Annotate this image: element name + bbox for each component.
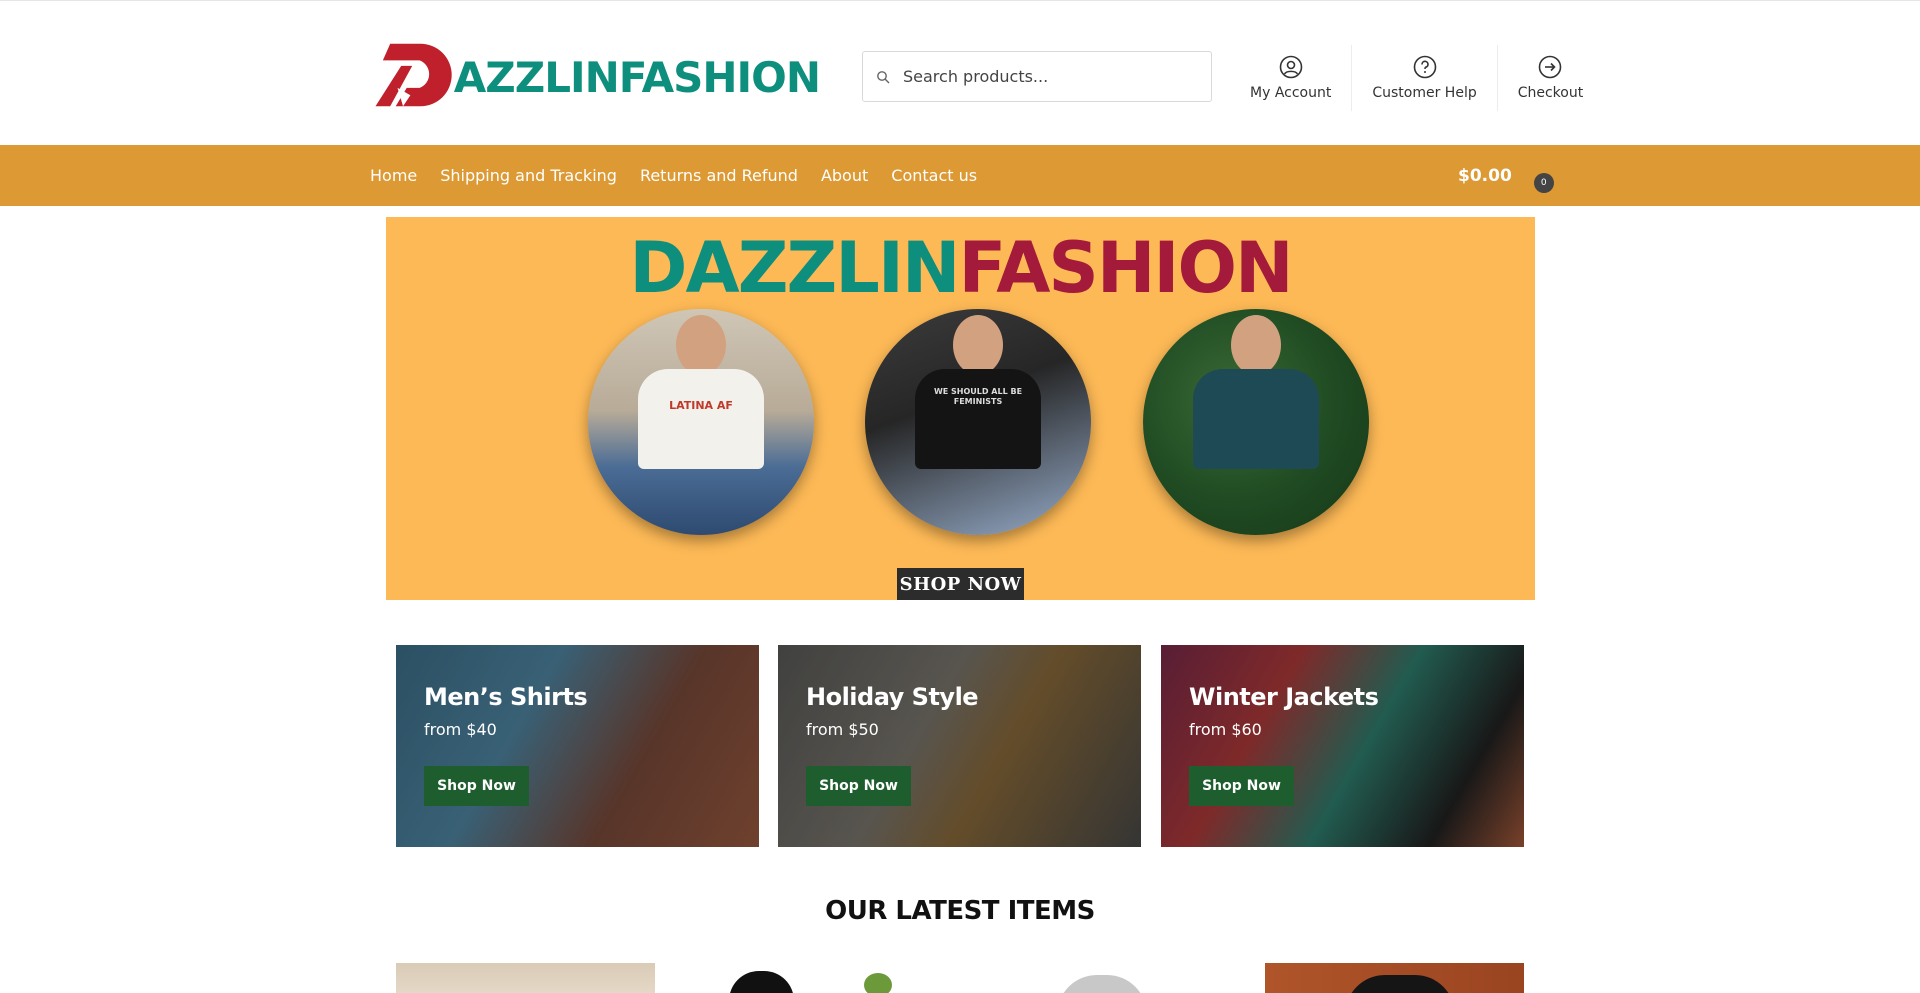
category-title: Holiday Style (806, 683, 979, 711)
logo-mark-icon (375, 43, 452, 107)
shop-now-button[interactable]: Shop Now (806, 766, 911, 806)
header-links: My Account Customer Help Checkout (1230, 45, 1603, 111)
hero-banner[interactable]: DAZZLINFASHION LATINA AF WE SHOULD ALL B… (386, 217, 1535, 600)
shop-now-button[interactable]: Shop Now (424, 766, 529, 806)
search-input[interactable] (903, 67, 1193, 86)
latest-items-heading: OUR LATEST ITEMS (825, 896, 1095, 926)
category-card-winter-jackets[interactable]: Winter Jackets from $60 Shop Now (1161, 645, 1524, 847)
product-image-grey-hoodie[interactable] (977, 963, 1236, 993)
category-title: Winter Jackets (1189, 683, 1379, 711)
customer-help-label: Customer Help (1372, 85, 1477, 101)
nav-item-about[interactable]: About (821, 166, 868, 185)
search-box (862, 51, 1212, 102)
hero-image-woman-black-tee: WE SHOULD ALL BE FEMINISTS (865, 309, 1091, 535)
site-logo[interactable]: AZZLINFASHION (370, 37, 821, 113)
primary-navigation: Home Shipping and Tracking Returns and R… (0, 145, 1920, 206)
site-header: AZZLINFASHION My Account Customer Help C… (0, 0, 1920, 145)
hero-shop-now-button[interactable]: SHOP NOW (897, 568, 1024, 600)
my-account-label: My Account (1250, 85, 1332, 101)
arrow-circle-right-icon (1539, 55, 1562, 79)
nav-item-returns-and-refund[interactable]: Returns and Refund (640, 166, 798, 185)
product-image-beige-hoodie[interactable] (396, 963, 655, 993)
search-icon (863, 51, 903, 102)
category-card-mens-shirts[interactable]: Men’s Shirts from $40 Shop Now (396, 645, 759, 847)
customer-help-link[interactable]: Customer Help (1351, 45, 1496, 111)
hero-title: DAZZLINFASHION (386, 227, 1535, 309)
shirt2-text: WE SHOULD ALL BE FEMINISTS (933, 387, 1023, 406)
checkout-link[interactable]: Checkout (1496, 45, 1604, 111)
hero-title-part1: DAZZLIN (629, 227, 960, 309)
nav-item-contact-us[interactable]: Contact us (891, 166, 977, 185)
cart-count-badge: 0 (1533, 172, 1554, 193)
hero-title-part2: FASHION (958, 227, 1293, 309)
question-circle-icon (1413, 55, 1436, 79)
user-circle-icon (1279, 55, 1302, 79)
logo-text: AZZLINFASHION (453, 52, 821, 102)
nav-item-home[interactable]: Home (370, 166, 417, 185)
cart-total: $0.00 (1458, 165, 1512, 186)
hero-image-man-floral-shirt (1143, 309, 1369, 535)
checkout-label: Checkout (1517, 85, 1584, 101)
nav-item-shipping-and-tracking[interactable]: Shipping and Tracking (440, 166, 617, 185)
category-card-holiday-style[interactable]: Holiday Style from $50 Shop Now (778, 645, 1141, 847)
shop-now-button[interactable]: Shop Now (1189, 766, 1294, 806)
nav-menu: Home Shipping and Tracking Returns and R… (370, 145, 1000, 206)
cart-link[interactable]: $0.00 0 (1458, 145, 1554, 206)
category-title: Men’s Shirts (424, 683, 588, 711)
category-price: from $50 (806, 720, 879, 739)
shirt1-text: LATINA AF (669, 399, 733, 412)
hero-image-woman-white-tee: LATINA AF (588, 309, 814, 535)
product-image-black-hoodie[interactable] (684, 963, 943, 993)
product-image-person-black-hoodie[interactable] (1265, 963, 1524, 993)
category-price: from $40 (424, 720, 497, 739)
category-price: from $60 (1189, 720, 1262, 739)
my-account-link[interactable]: My Account (1230, 45, 1351, 111)
